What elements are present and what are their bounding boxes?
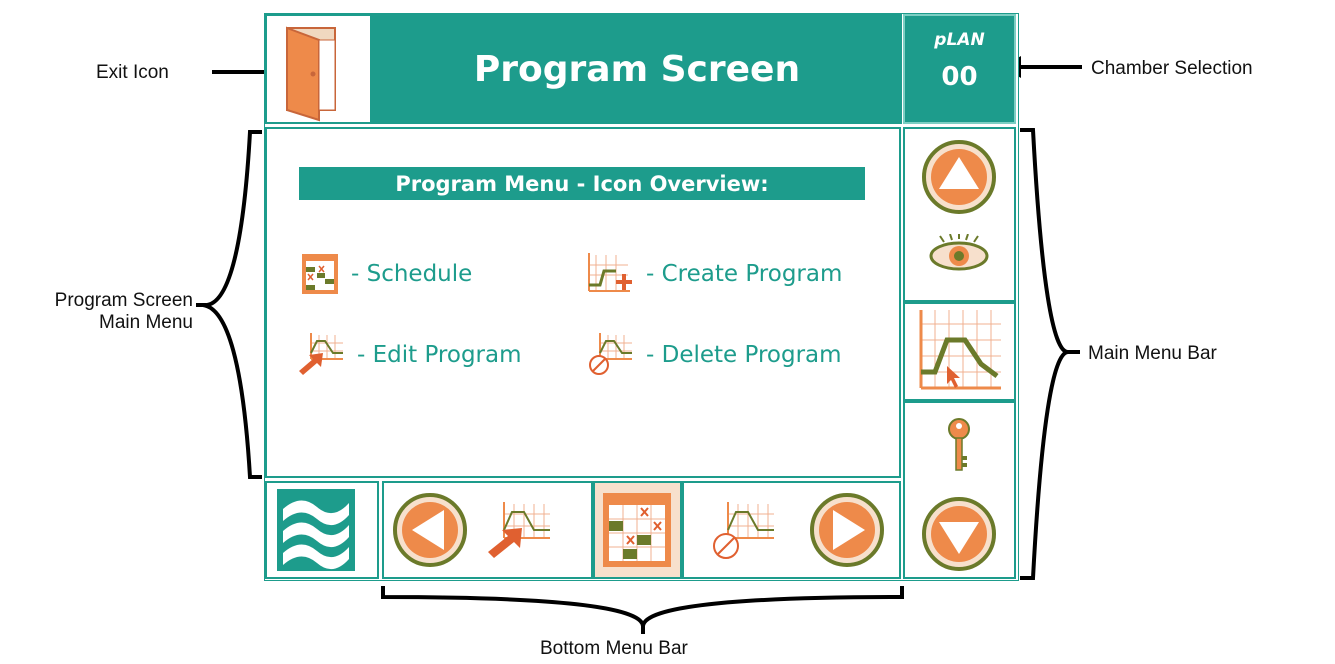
up-button[interactable] (921, 139, 997, 219)
down-arrow-icon (922, 497, 996, 571)
menu-item-create-program: - Create Program (586, 253, 842, 295)
schedule-icon (603, 493, 671, 567)
view-eye-icon (929, 233, 989, 271)
up-arrow-icon (922, 140, 996, 214)
menu-item-label: - Delete Program (646, 342, 842, 368)
edit-program-icon (488, 502, 550, 558)
menu-item-label: - Edit Program (357, 342, 522, 368)
program-graph-icon (919, 310, 1001, 390)
menu-item-label: - Create Program (646, 261, 843, 287)
schedule-icon (302, 254, 338, 294)
edit-program-icon (299, 333, 343, 375)
key-button[interactable] (947, 418, 971, 476)
menu-item-delete-program: - Delete Program (588, 333, 842, 377)
key-icon (948, 418, 970, 471)
next-button[interactable] (809, 492, 885, 572)
edit-program-button[interactable] (488, 502, 552, 564)
previous-button[interactable] (392, 492, 468, 572)
schedule-button[interactable] (593, 481, 682, 579)
menu-item-schedule: - Schedule (301, 253, 472, 295)
delete-program-icon (713, 502, 774, 559)
delete-program-button[interactable] (712, 502, 776, 566)
exit-button[interactable] (265, 14, 372, 124)
exit-door-icon (286, 26, 336, 122)
create-program-icon (588, 253, 632, 292)
logo-icon (277, 489, 355, 575)
menu-item-edit-program: - Edit Program (299, 333, 522, 377)
menu-item-label: - Schedule (351, 261, 473, 287)
plan-label: pLAN (934, 30, 985, 50)
right-arrow-icon (810, 493, 884, 567)
delete-program-icon (589, 333, 632, 375)
menu-heading: Program Menu - Icon Overview: (299, 167, 865, 200)
view-button[interactable] (928, 233, 990, 278)
left-arrow-icon (393, 493, 467, 567)
chamber-selection-button[interactable]: pLAN 00 (903, 14, 1016, 124)
page-title: Program Screen (372, 14, 902, 124)
chamber-number: 00 (941, 62, 978, 92)
down-button[interactable] (921, 496, 997, 576)
program-graph-button[interactable] (903, 302, 1016, 401)
